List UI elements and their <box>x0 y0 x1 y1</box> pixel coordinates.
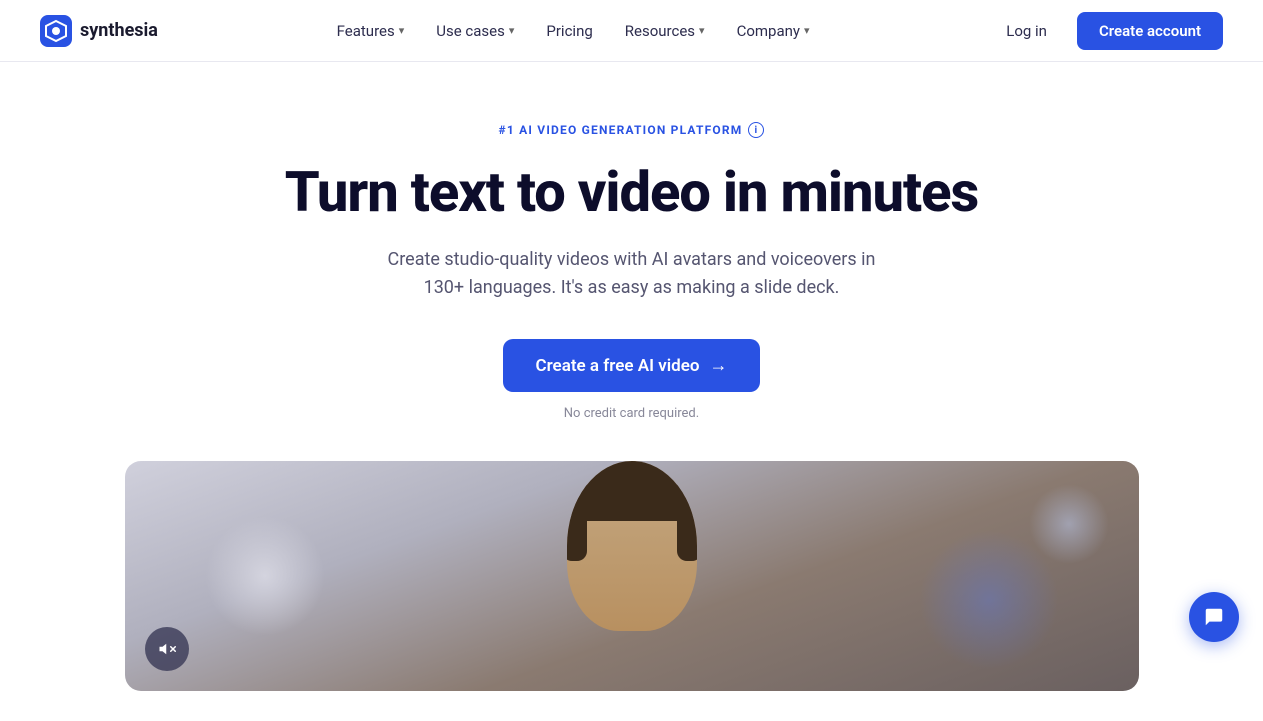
login-button[interactable]: Log in <box>988 14 1065 48</box>
avatar-silhouette <box>532 461 732 691</box>
resources-chevron-icon: ▾ <box>699 24 705 37</box>
cta-note: No credit card required. <box>564 406 699 421</box>
avatar-hair-right <box>677 461 697 561</box>
logo-link[interactable]: synthesia <box>40 15 158 47</box>
nav-features[interactable]: Features ▾ <box>323 14 419 48</box>
chat-icon <box>1203 606 1225 628</box>
nav-pricing[interactable]: Pricing <box>532 14 606 48</box>
bg-blur-right <box>919 530 1059 670</box>
logo-icon <box>40 15 72 47</box>
mute-icon <box>158 640 176 658</box>
company-label: Company <box>737 22 800 40</box>
bg-blur-left <box>205 516 325 636</box>
nav-actions: Log in Create account <box>988 12 1223 50</box>
pricing-label: Pricing <box>546 22 592 40</box>
avatar-head <box>567 461 697 631</box>
cta-button[interactable]: Create a free AI video → <box>503 339 759 392</box>
hero-badge: #1 AI VIDEO GENERATION PLATFORM i <box>499 122 765 138</box>
main-nav: synthesia Features ▾ Use cases ▾ Pricing… <box>0 0 1263 62</box>
logo-text: synthesia <box>80 20 158 41</box>
nav-links: Features ▾ Use cases ▾ Pricing Resources… <box>323 14 824 48</box>
nav-resources[interactable]: Resources ▾ <box>611 14 719 48</box>
info-icon: i <box>748 122 764 138</box>
chat-widget[interactable] <box>1189 592 1239 642</box>
create-account-button[interactable]: Create account <box>1077 12 1223 50</box>
avatar-hair-left <box>567 461 587 561</box>
video-preview <box>125 461 1139 691</box>
use-cases-label: Use cases <box>436 22 505 40</box>
features-chevron-icon: ▾ <box>399 24 405 37</box>
bg-blur-right2 <box>1029 484 1109 564</box>
nav-use-cases[interactable]: Use cases ▾ <box>422 14 528 48</box>
use-cases-chevron-icon: ▾ <box>509 24 515 37</box>
arrow-right-icon: → <box>710 355 728 376</box>
badge-text: #1 AI VIDEO GENERATION PLATFORM <box>499 123 743 137</box>
hero-section: #1 AI VIDEO GENERATION PLATFORM i Turn t… <box>0 62 1263 721</box>
resources-label: Resources <box>625 22 695 40</box>
cta-label: Create a free AI video <box>535 356 699 376</box>
hero-title: Turn text to video in minutes <box>285 162 978 224</box>
nav-company[interactable]: Company ▾ <box>723 14 824 48</box>
features-label: Features <box>337 22 395 40</box>
company-chevron-icon: ▾ <box>804 24 810 37</box>
mute-button[interactable] <box>145 627 189 671</box>
hero-subtitle: Create studio-quality videos with AI ava… <box>372 246 892 304</box>
